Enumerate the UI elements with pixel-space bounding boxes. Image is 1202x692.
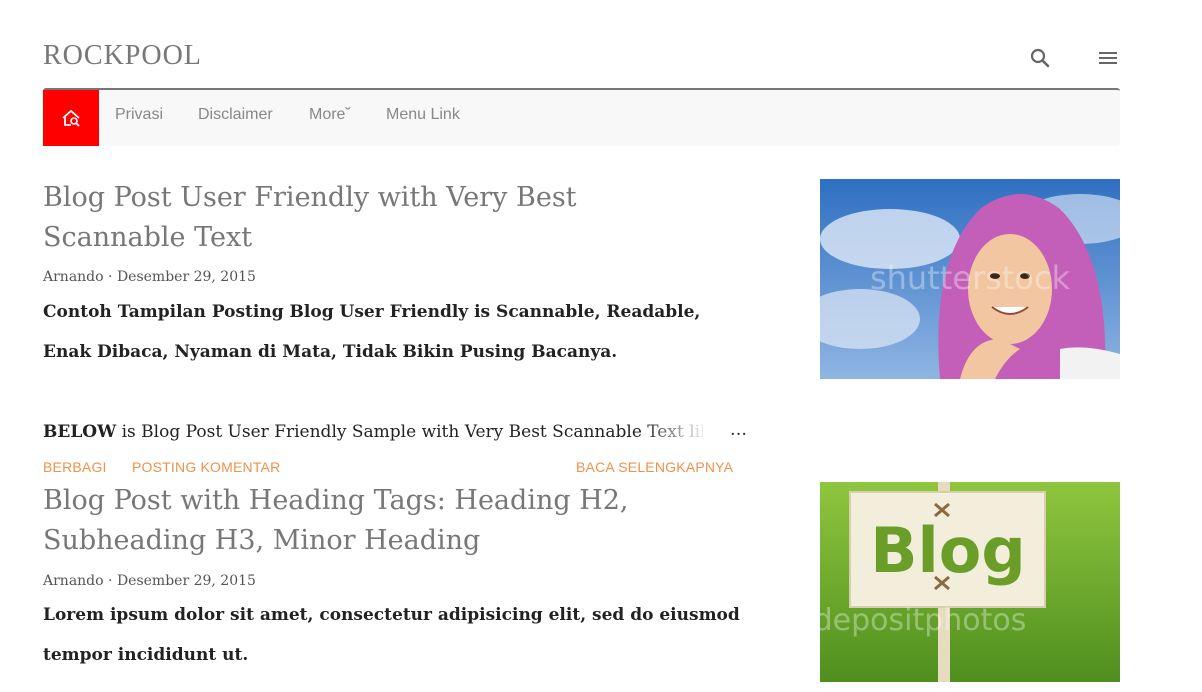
search-icon[interactable] bbox=[1028, 46, 1052, 70]
read-more-button[interactable]: BACA SELENGKAPNYA bbox=[576, 459, 733, 475]
post-snippet: Lorem ipsum dolor sit amet, consectetur … bbox=[43, 605, 740, 665]
nav-item-more[interactable]: More˘ bbox=[309, 106, 351, 124]
nav-item-privasi[interactable]: Privasi bbox=[115, 106, 163, 124]
post-snippet: Contoh Tampilan Posting Blog User Friend… bbox=[43, 302, 701, 362]
text-fade bbox=[640, 420, 710, 446]
post-title[interactable]: Blog Post with Heading Tags: Heading H2,… bbox=[43, 481, 723, 561]
post-thumbnail[interactable]: Blog depositphotos bbox=[820, 482, 1120, 682]
excerpt-ellipsis: … bbox=[730, 420, 747, 440]
nav-home-button[interactable] bbox=[43, 90, 99, 146]
post-meta: Arnando · Desember 29, 2015 bbox=[43, 269, 256, 285]
hamburger-menu-icon[interactable] bbox=[1096, 46, 1120, 70]
post-body-bold: BELOW bbox=[43, 422, 117, 442]
image-watermark: shutterstock bbox=[870, 259, 1071, 297]
image-watermark: depositphotos bbox=[820, 603, 1026, 638]
post-date[interactable]: Desember 29, 2015 bbox=[117, 573, 256, 589]
post-body-excerpt: BELOW is Blog Post User Friendly Sample … bbox=[43, 420, 703, 444]
post-body-rest: is Blog Post User Friendly Sample with V… bbox=[116, 422, 703, 442]
nav-item-menu-link[interactable]: Menu Link bbox=[386, 106, 460, 124]
nav-item-disclaimer[interactable]: Disclaimer bbox=[198, 106, 273, 124]
meta-separator: · bbox=[108, 269, 117, 285]
share-button[interactable]: BERBAGI bbox=[43, 459, 107, 475]
meta-separator: · bbox=[108, 573, 117, 589]
post-thumbnail[interactable]: shutterstock bbox=[820, 179, 1120, 379]
post-title[interactable]: Blog Post User Friendly with Very Best S… bbox=[43, 178, 723, 258]
hijab-portrait-image: shutterstock bbox=[820, 179, 1120, 379]
main-navigation: Privasi Disclaimer More˘ Menu Link bbox=[43, 88, 1120, 146]
post-comment-button[interactable]: POSTING KOMENTAR bbox=[132, 459, 280, 475]
post-author[interactable]: Arnando bbox=[43, 269, 104, 285]
sign-text: Blog bbox=[870, 514, 1025, 587]
site-title[interactable]: ROCKPOOL bbox=[43, 40, 202, 72]
post-date[interactable]: Desember 29, 2015 bbox=[117, 269, 256, 285]
home-search-icon bbox=[62, 109, 80, 127]
blog-sign-image: Blog depositphotos bbox=[820, 482, 1120, 682]
post-meta: Arnando · Desember 29, 2015 bbox=[43, 573, 256, 589]
post-author[interactable]: Arnando bbox=[43, 573, 104, 589]
